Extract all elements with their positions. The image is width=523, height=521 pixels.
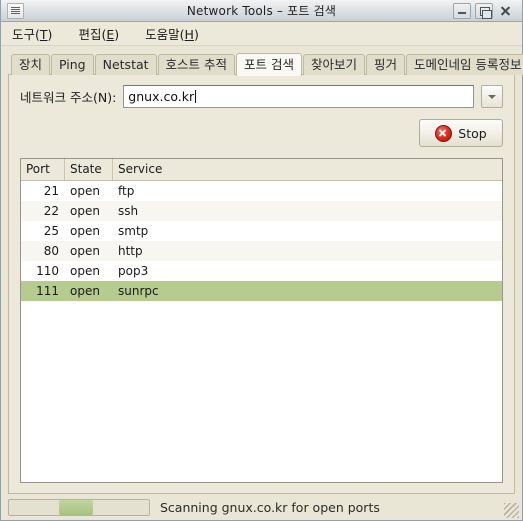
- minimize-icon[interactable]: [453, 2, 471, 19]
- network-address-value: gnux.co.kr: [128, 89, 195, 104]
- menu-item-edit[interactable]: 편집(E): [75, 22, 122, 45]
- network-address-label: 네트워크 주소(N):: [20, 90, 117, 105]
- cell-state: open: [70, 204, 100, 218]
- cell-port: 25: [43, 224, 59, 238]
- status-bar: Scanning gnux.co.kr for open ports: [1, 494, 522, 520]
- chevron-down-icon[interactable]: [481, 85, 503, 108]
- resize-grip-icon[interactable]: [504, 503, 519, 518]
- table-body: 21 open ftp 22 open ssh 25 open smtp 80 …: [21, 181, 502, 482]
- table-row[interactable]: 21 open ftp: [21, 181, 502, 201]
- menu-item-help-label: 도움말: [145, 27, 180, 42]
- menu-item-help[interactable]: 도움말(H): [142, 22, 202, 45]
- window-menu-icon[interactable]: [7, 2, 24, 19]
- cell-port: 111: [36, 284, 59, 298]
- window-title: Network Tools – 포트 검색: [186, 4, 337, 18]
- table-row[interactable]: 80 open http: [21, 241, 502, 261]
- maximize-icon[interactable]: [475, 2, 493, 19]
- stop-button[interactable]: Stop: [419, 119, 503, 147]
- tab-lookup[interactable]: 찾아보기: [303, 54, 366, 75]
- column-header-port[interactable]: Port: [21, 159, 65, 180]
- tab-strip: 장치 Ping Netstat 호스트 추적 포트 검색 찾아보기 핑거 도메인…: [8, 52, 523, 76]
- tab-page-port-scan: 네트워크 주소(N): gnux.co.kr Stop Port State S…: [8, 74, 515, 494]
- tab-netstat[interactable]: Netstat: [94, 54, 157, 75]
- menu-item-tools-label: 도구: [12, 27, 36, 42]
- cell-state: open: [70, 244, 100, 258]
- table-header-row: Port State Service: [21, 159, 502, 181]
- progress-bar: [8, 498, 150, 516]
- window-controls: [453, 2, 519, 19]
- cell-state: open: [70, 184, 100, 198]
- action-row: Stop: [20, 119, 503, 147]
- menu-item-tools[interactable]: 도구(T): [9, 22, 55, 45]
- column-header-service[interactable]: Service: [113, 159, 502, 180]
- tab-ping[interactable]: Ping: [51, 54, 94, 75]
- tab-traceroute[interactable]: 호스트 추적: [157, 54, 236, 75]
- cell-state: open: [70, 284, 100, 298]
- network-address-row: 네트워크 주소(N): gnux.co.kr: [20, 85, 503, 108]
- tab-port-scan[interactable]: 포트 검색: [236, 53, 302, 76]
- cell-service: ssh: [118, 204, 139, 218]
- menu-bar: 도구(T) 편집(E) 도움말(H): [1, 22, 522, 46]
- client-area: 장치 Ping Netstat 호스트 추적 포트 검색 찾아보기 핑거 도메인…: [1, 46, 523, 494]
- menu-item-edit-mnemonic: E: [106, 27, 115, 42]
- cell-service: pop3: [118, 264, 149, 278]
- cell-service: http: [118, 244, 143, 258]
- close-icon[interactable]: [497, 3, 515, 19]
- table-row[interactable]: 25 open smtp: [21, 221, 502, 241]
- cell-state: open: [70, 224, 100, 238]
- table-row[interactable]: 22 open ssh: [21, 201, 502, 221]
- cell-service: sunrpc: [118, 284, 159, 298]
- cell-service: smtp: [118, 224, 149, 238]
- table-row-selected[interactable]: 111 open sunrpc: [21, 281, 502, 301]
- text-caret: [195, 90, 197, 103]
- stop-circle-x-icon: [435, 124, 453, 142]
- menu-item-help-mnemonic: H: [184, 27, 194, 42]
- menu-item-tools-mnemonic: T: [39, 27, 48, 42]
- cell-port: 110: [36, 264, 59, 278]
- tab-finger[interactable]: 핑거: [366, 54, 406, 75]
- title-bar[interactable]: Network Tools – 포트 검색: [1, 0, 522, 22]
- cell-service: ftp: [118, 184, 135, 198]
- cell-port: 80: [43, 244, 59, 258]
- stop-button-label: Stop: [458, 125, 487, 141]
- cell-state: open: [70, 264, 100, 278]
- tab-whois[interactable]: 도메인네임 등록정보: [406, 54, 523, 75]
- progress-bar-chunk: [59, 499, 93, 515]
- port-results-table[interactable]: Port State Service 21 open ftp 22 open s…: [20, 158, 503, 483]
- column-header-state[interactable]: State: [65, 159, 113, 180]
- menu-item-edit-label: 편집: [78, 27, 102, 42]
- status-message: Scanning gnux.co.kr for open ports: [160, 499, 380, 515]
- tab-devices[interactable]: 장치: [11, 54, 51, 75]
- network-address-input[interactable]: gnux.co.kr: [123, 85, 474, 108]
- table-row[interactable]: 110 open pop3: [21, 261, 502, 281]
- application-window: Network Tools – 포트 검색 도구(T) 편집(E) 도움말(H)…: [0, 0, 523, 521]
- cell-port: 22: [43, 204, 59, 218]
- cell-port: 21: [43, 184, 59, 198]
